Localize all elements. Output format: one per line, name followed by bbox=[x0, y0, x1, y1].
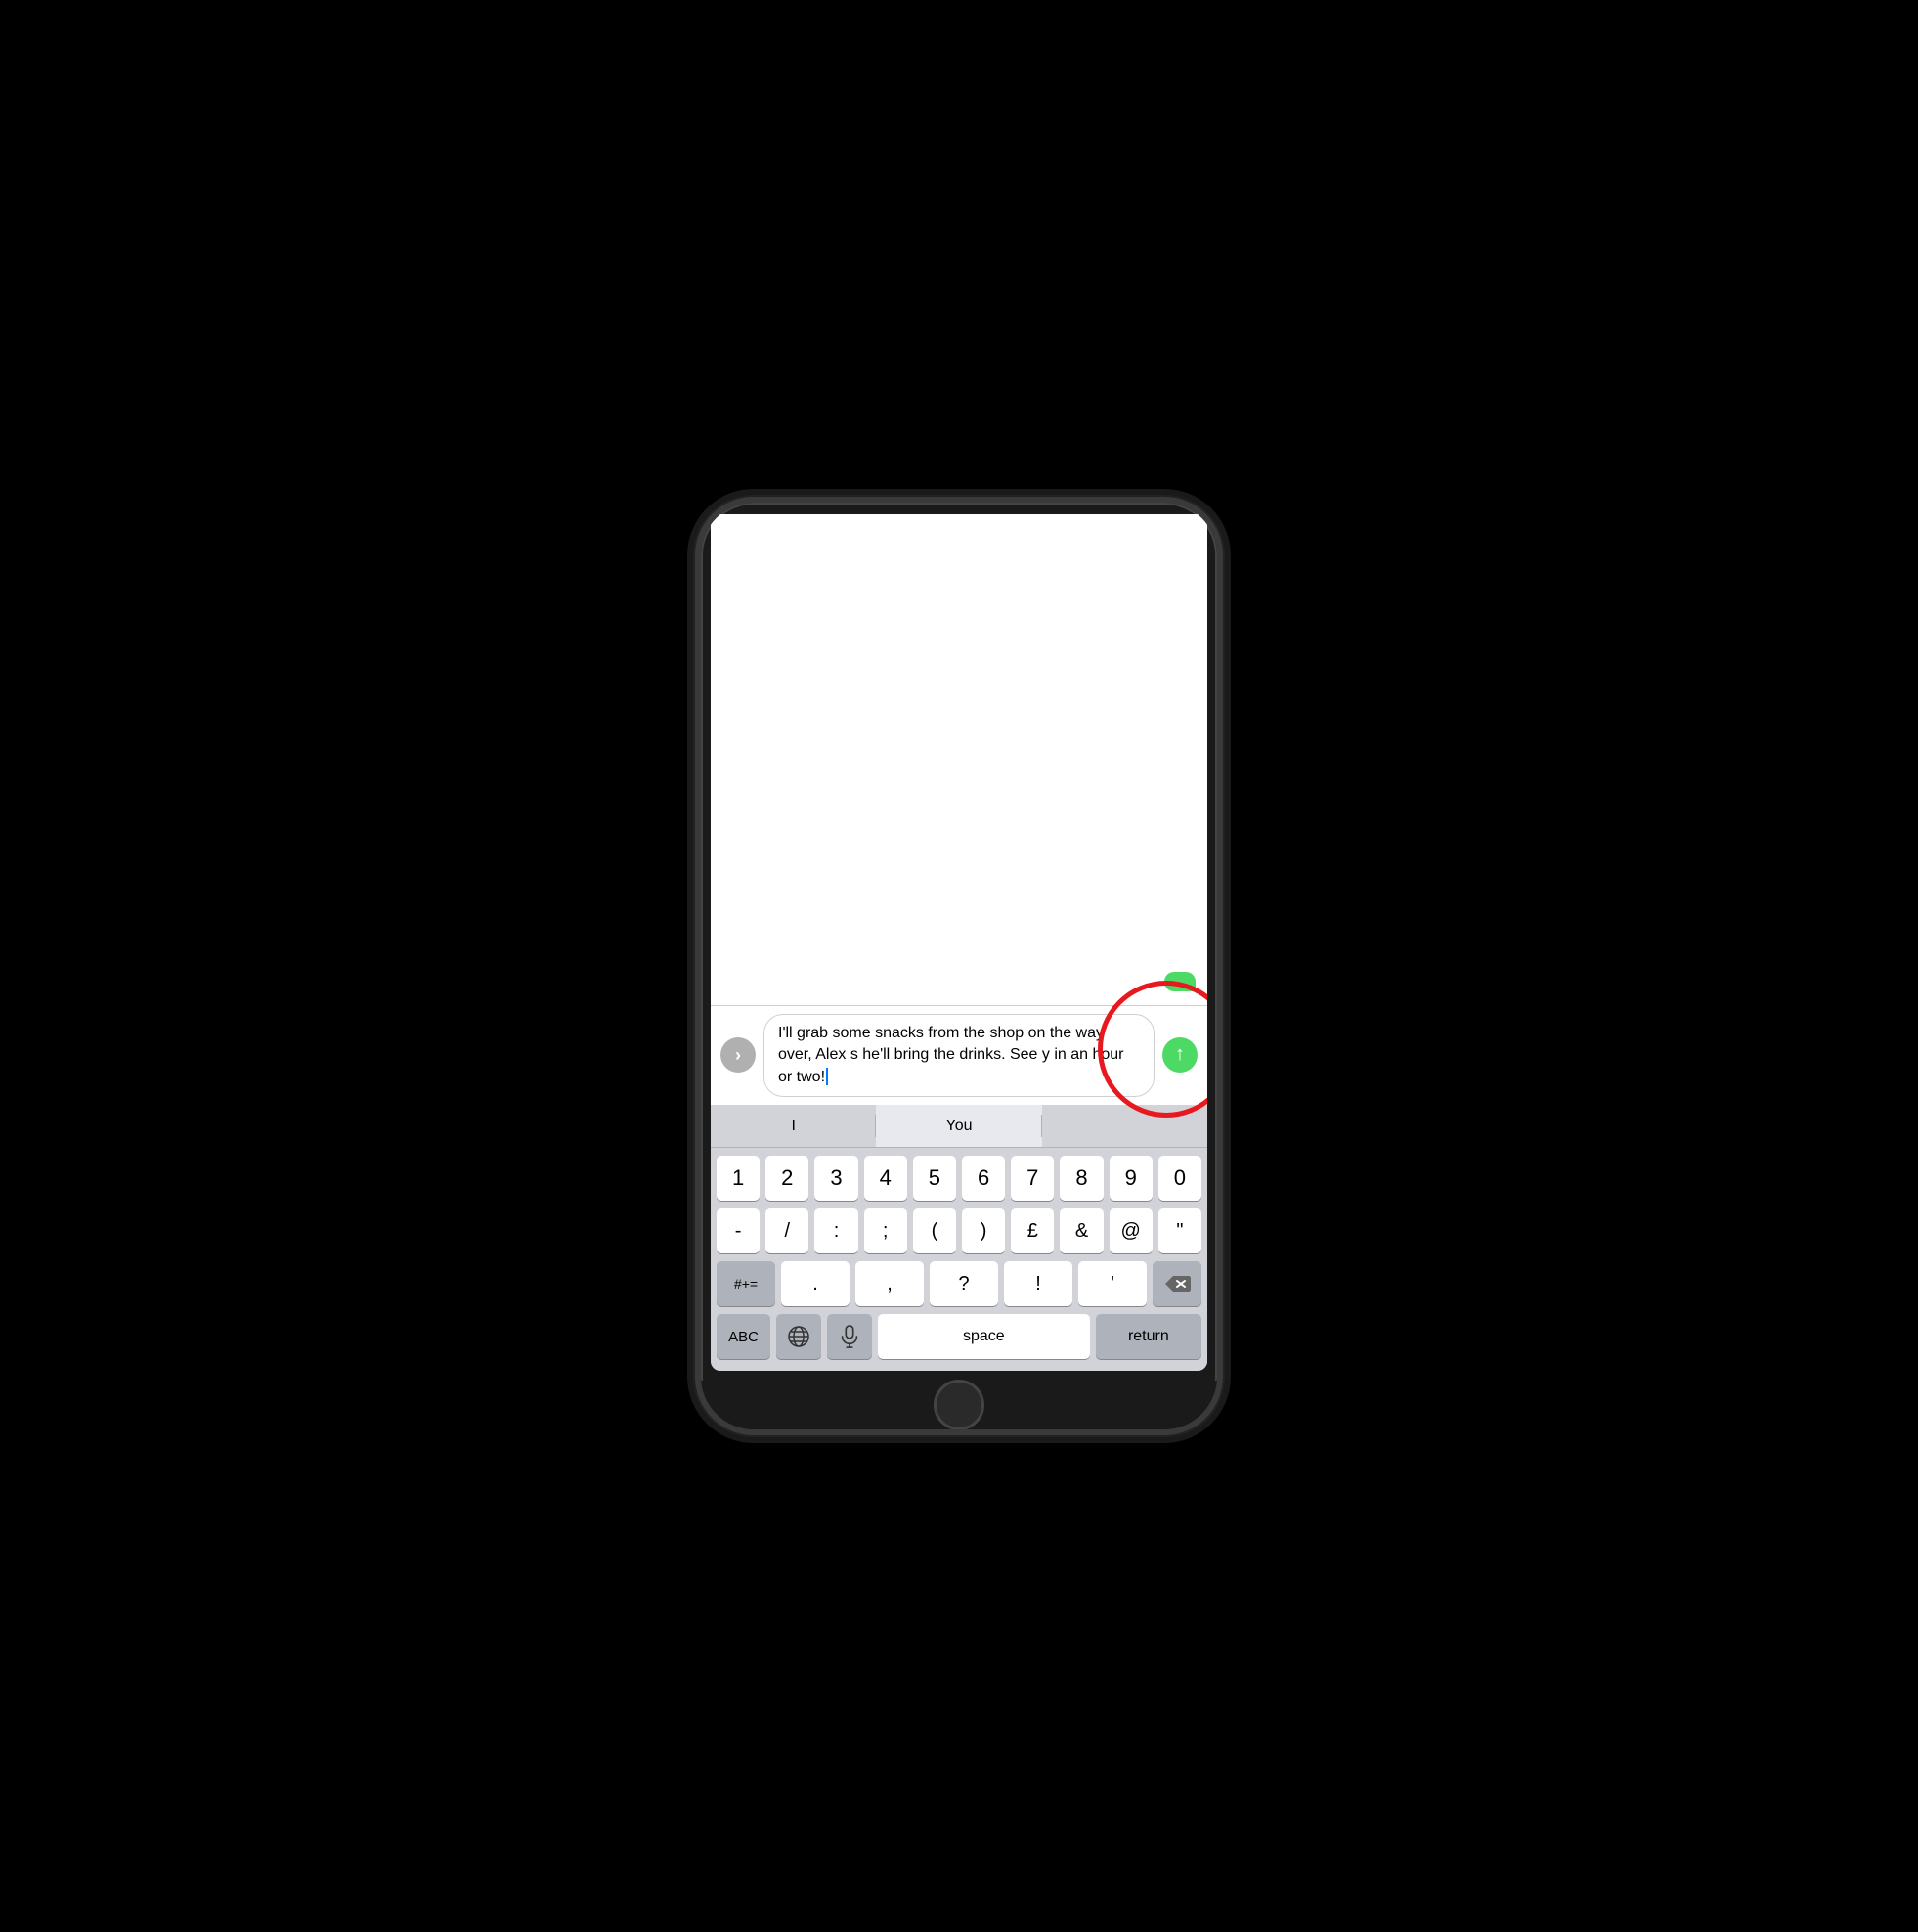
key-8[interactable]: 8 bbox=[1060, 1156, 1103, 1201]
key-3[interactable]: 3 bbox=[814, 1156, 857, 1201]
home-button[interactable] bbox=[934, 1380, 984, 1430]
phone-frame: › 113/160 I'll grab some snacks from the… bbox=[695, 497, 1223, 1435]
key-at[interactable]: @ bbox=[1110, 1208, 1153, 1253]
key-return[interactable]: return bbox=[1096, 1314, 1201, 1359]
key-ampersand[interactable]: & bbox=[1060, 1208, 1103, 1253]
keyboard-row-special: #+= . , ? ! ' bbox=[717, 1261, 1201, 1306]
messages-area bbox=[711, 514, 1207, 1005]
key-colon[interactable]: : bbox=[814, 1208, 857, 1253]
autocomplete-label-you: You bbox=[945, 1118, 972, 1135]
key-question[interactable]: ? bbox=[930, 1261, 998, 1306]
message-text-input[interactable]: I'll grab some snacks from the shop on t… bbox=[763, 1014, 1155, 1097]
key-period[interactable]: . bbox=[781, 1261, 850, 1306]
key-apostrophe[interactable]: ' bbox=[1078, 1261, 1147, 1306]
globe-icon bbox=[787, 1325, 810, 1348]
key-exclamation[interactable]: ! bbox=[1004, 1261, 1072, 1306]
key-4[interactable]: 4 bbox=[864, 1156, 907, 1201]
key-delete[interactable] bbox=[1153, 1261, 1201, 1306]
expand-button[interactable]: › bbox=[720, 1037, 756, 1073]
key-hashtag-plus-equals[interactable]: #+= bbox=[717, 1261, 775, 1306]
key-open-paren[interactable]: ( bbox=[913, 1208, 956, 1253]
key-9[interactable]: 9 bbox=[1110, 1156, 1153, 1201]
key-globe[interactable] bbox=[776, 1314, 821, 1359]
key-0[interactable]: 0 bbox=[1158, 1156, 1201, 1201]
key-quote[interactable]: " bbox=[1158, 1208, 1201, 1253]
key-slash[interactable]: / bbox=[765, 1208, 808, 1253]
key-space[interactable]: space bbox=[878, 1314, 1090, 1359]
autocomplete-bar: I You bbox=[711, 1105, 1207, 1148]
delete-icon bbox=[1163, 1274, 1191, 1294]
text-cursor bbox=[826, 1068, 828, 1085]
key-comma[interactable]: , bbox=[855, 1261, 924, 1306]
key-2[interactable]: 2 bbox=[765, 1156, 808, 1201]
phone-screen: › 113/160 I'll grab some snacks from the… bbox=[711, 514, 1207, 1371]
autocomplete-label-i: I bbox=[791, 1118, 795, 1135]
microphone-icon bbox=[841, 1325, 858, 1348]
autocomplete-item-empty[interactable] bbox=[1042, 1105, 1207, 1147]
keyboard-row-bottom: ABC bbox=[717, 1314, 1201, 1359]
key-6[interactable]: 6 bbox=[962, 1156, 1005, 1201]
input-area: › 113/160 I'll grab some snacks from the… bbox=[711, 1005, 1207, 1105]
keyboard-row-symbols: - / : ; ( ) £ & @ " bbox=[717, 1208, 1201, 1253]
input-text: I'll grab some snacks from the shop on t… bbox=[778, 1025, 1123, 1085]
key-microphone[interactable] bbox=[827, 1314, 872, 1359]
key-close-paren[interactable]: ) bbox=[962, 1208, 1005, 1253]
send-button[interactable]: ↑ bbox=[1162, 1037, 1198, 1073]
key-1[interactable]: 1 bbox=[717, 1156, 760, 1201]
home-indicator-area bbox=[701, 1381, 1217, 1429]
send-arrow-icon: ↑ bbox=[1175, 1044, 1185, 1064]
key-abc[interactable]: ABC bbox=[717, 1314, 770, 1359]
chevron-right-icon: › bbox=[735, 1045, 741, 1066]
text-input-wrapper: 113/160 I'll grab some snacks from the s… bbox=[763, 1014, 1155, 1097]
key-5[interactable]: 5 bbox=[913, 1156, 956, 1201]
key-pound[interactable]: £ bbox=[1011, 1208, 1054, 1253]
keyboard: 1 2 3 4 5 6 7 8 9 0 - / : ; ( ) £ & bbox=[711, 1148, 1207, 1371]
key-semicolon[interactable]: ; bbox=[864, 1208, 907, 1253]
message-bubble-incoming bbox=[1164, 972, 1196, 991]
autocomplete-item-you[interactable]: You bbox=[876, 1105, 1041, 1147]
key-dash[interactable]: - bbox=[717, 1208, 760, 1253]
keyboard-row-numbers: 1 2 3 4 5 6 7 8 9 0 bbox=[717, 1156, 1201, 1201]
autocomplete-item-i[interactable]: I bbox=[711, 1105, 876, 1147]
key-7[interactable]: 7 bbox=[1011, 1156, 1054, 1201]
